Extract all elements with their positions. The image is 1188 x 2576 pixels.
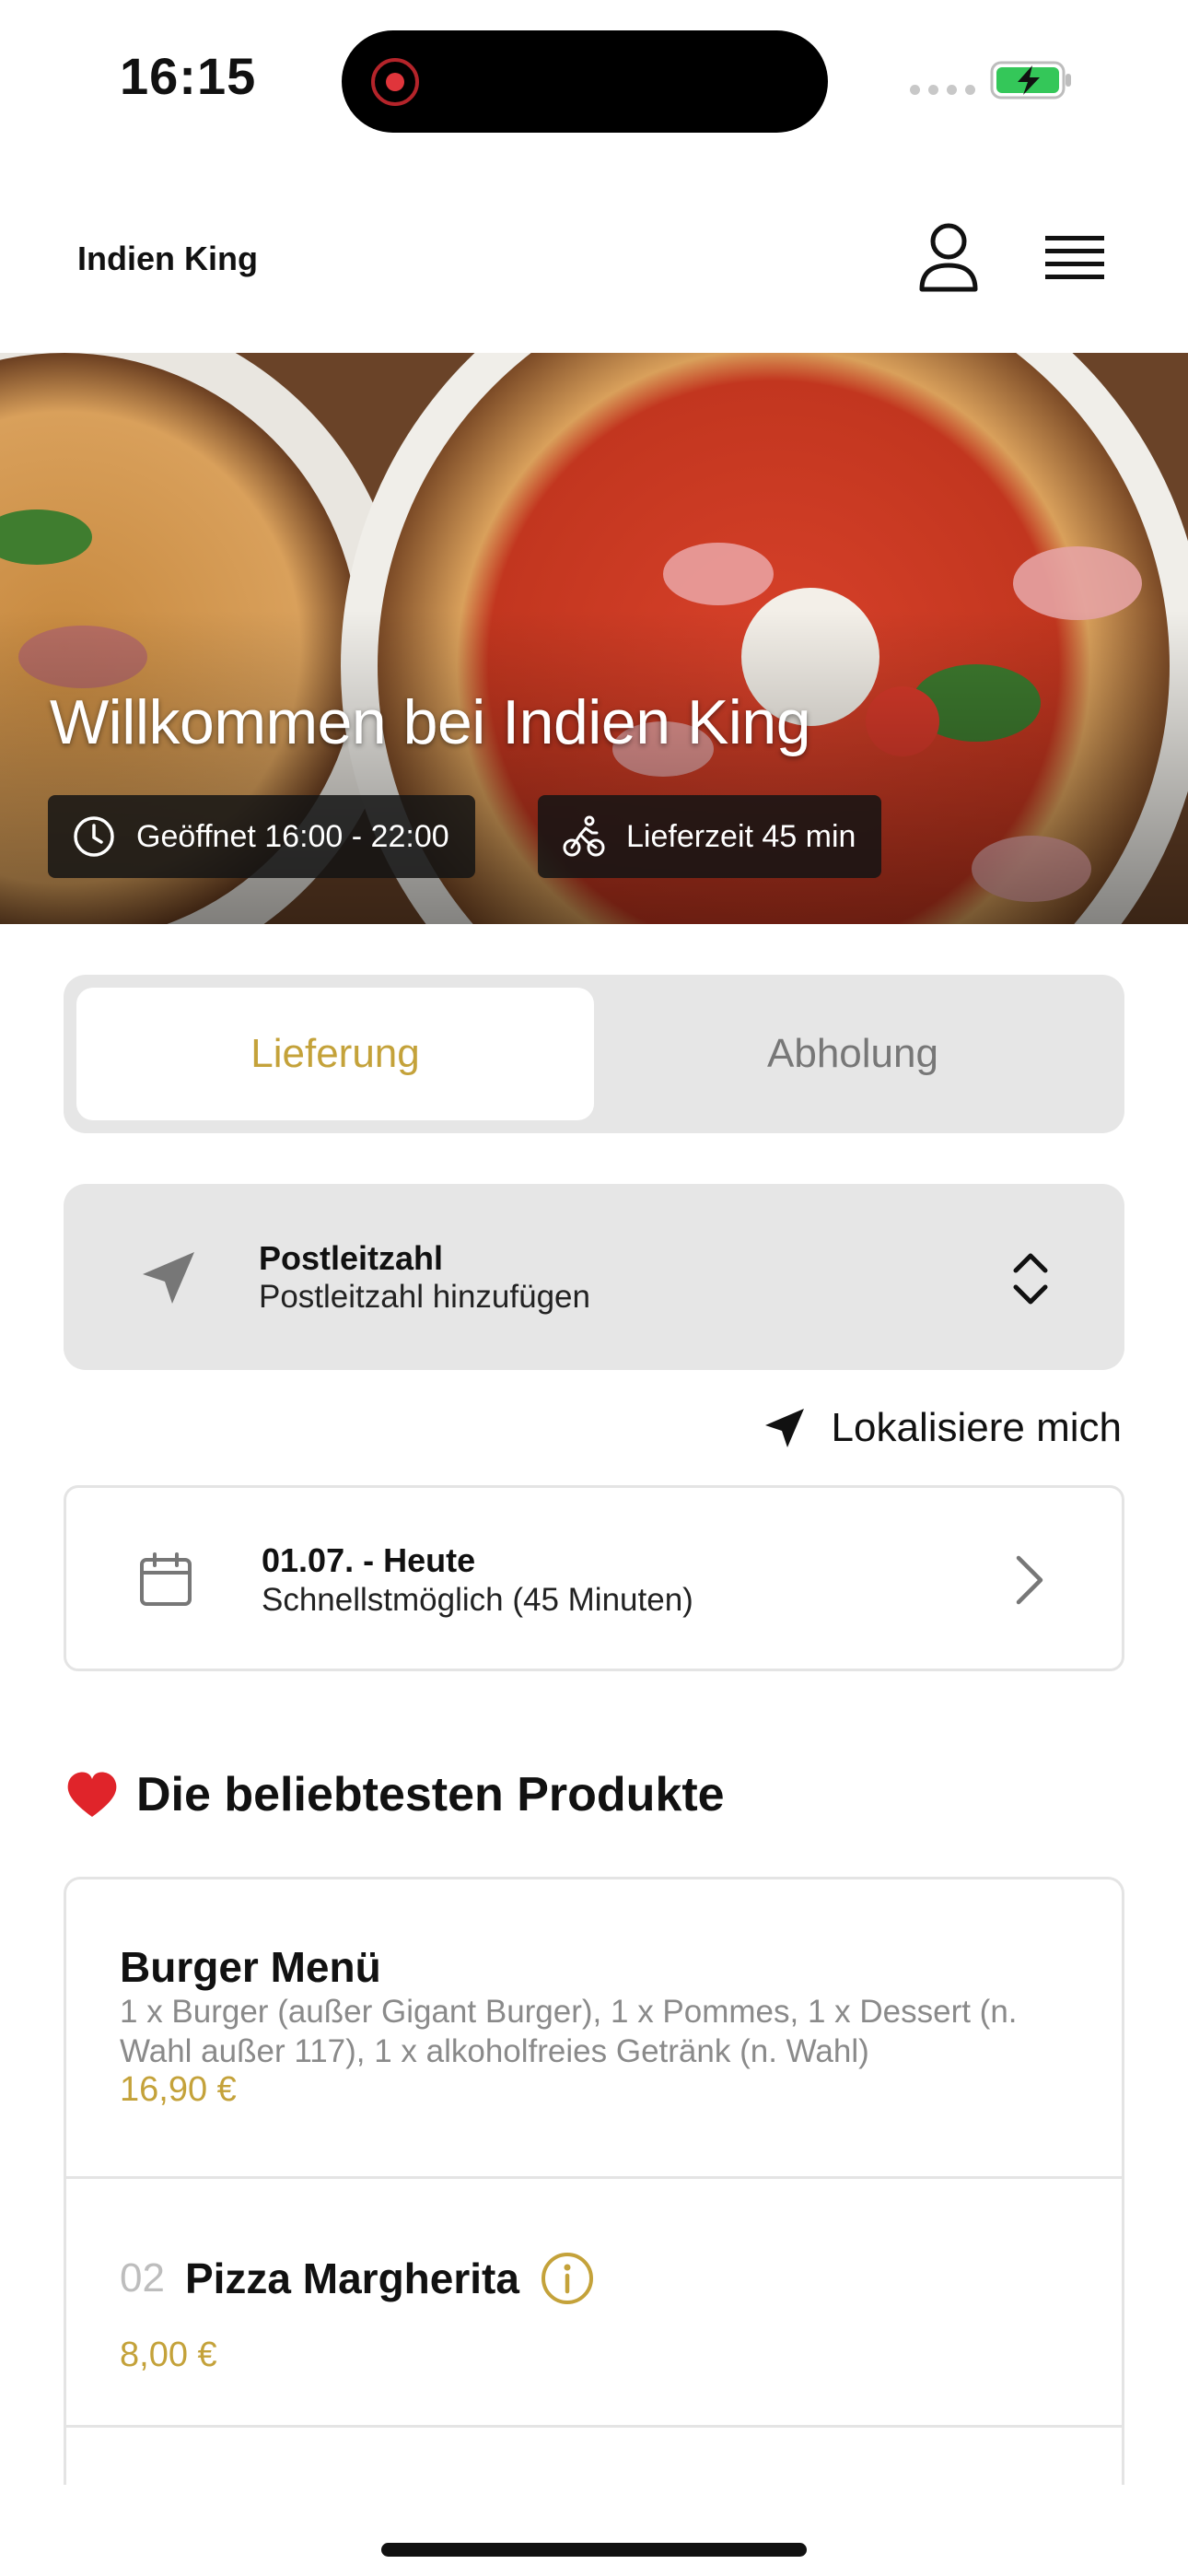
delivery-time-badge: Lieferzeit 45 min (538, 795, 882, 878)
status-bar: 16:15 (0, 0, 1188, 157)
welcome-title: Willkommen bei Indien King (50, 687, 811, 757)
chevron-right-icon (1016, 1555, 1043, 1605)
opening-hours-badge: Geöffnet 16:00 - 22:00 (48, 795, 475, 878)
product-description: 1 x Burger (außer Gigant Burger), 1 x Po… (120, 1994, 1018, 2069)
order-type-toggle: Lieferung Abholung (64, 975, 1124, 1133)
battery-charging-icon (990, 61, 1071, 100)
clock-icon (74, 816, 114, 857)
product-name: Burger Menü (120, 1943, 381, 1991)
product-price: 8,00 € (120, 2336, 217, 2374)
delivery-time-text: Lieferzeit 45 min (626, 818, 856, 854)
postcode-label: Postleitzahl (259, 1239, 444, 1277)
popular-products-title: Die beliebtesten Produkte (136, 1768, 725, 1821)
product-price: 16,90 € (120, 2070, 237, 2109)
user-account-icon[interactable] (916, 221, 981, 295)
hero-banner: Willkommen bei Indien King Geöffnet 16:0… (0, 353, 1188, 924)
status-time: 16:15 (120, 47, 257, 105)
tab-pickup[interactable]: Abholung (594, 988, 1112, 1120)
calendar-icon (140, 1552, 192, 1606)
restaurant-name[interactable]: Indien King (77, 240, 258, 278)
date-subtitle: Schnellstmöglich (45 Minuten) (262, 1582, 693, 1618)
chevron-up-down-icon (1013, 1253, 1048, 1305)
postcode-placeholder: Postleitzahl hinzufügen (259, 1279, 590, 1315)
date-title: 01.07. - Heute (262, 1541, 476, 1579)
locate-me-button[interactable]: Lokalisiere mich (762, 1400, 1122, 1456)
navigation-arrow-icon (143, 1252, 194, 1304)
popular-products-list: Burger Menü 1 x Burger (außer Gigant Bur… (64, 1877, 1124, 2485)
location-arrow-icon (764, 1409, 804, 1447)
tab-delivery[interactable]: Lieferung (76, 988, 594, 1120)
product-name: Pizza Margherita (184, 2254, 519, 2302)
postcode-selector[interactable]: Postleitzahl Postleitzahl hinzufügen (64, 1184, 1124, 1370)
recording-icon (371, 58, 419, 106)
dynamic-island (342, 30, 828, 133)
opening-hours-text: Geöffnet 16:00 - 22:00 (136, 818, 449, 854)
bicycle-rider-icon (563, 815, 605, 857)
hamburger-menu-icon[interactable] (1043, 230, 1106, 286)
home-indicator[interactable] (381, 2543, 807, 2557)
info-icon[interactable] (540, 2251, 595, 2306)
app-header: Indien King (0, 184, 1188, 350)
product-item[interactable]: 02 Pizza Margherita 8,00 € (66, 2179, 1122, 2428)
popular-products-heading: Die beliebtesten Produkte (64, 1767, 725, 1822)
delivery-date-selector[interactable]: 01.07. - Heute Schnellstmöglich (45 Minu… (64, 1485, 1124, 1671)
signal-icon (910, 85, 975, 95)
product-number: 02 (120, 2255, 165, 2301)
heart-icon (67, 1772, 117, 1817)
product-item[interactable]: Burger Menü 1 x Burger (außer Gigant Bur… (66, 1879, 1122, 2179)
locate-me-label: Lokalisiere mich (831, 1405, 1122, 1450)
